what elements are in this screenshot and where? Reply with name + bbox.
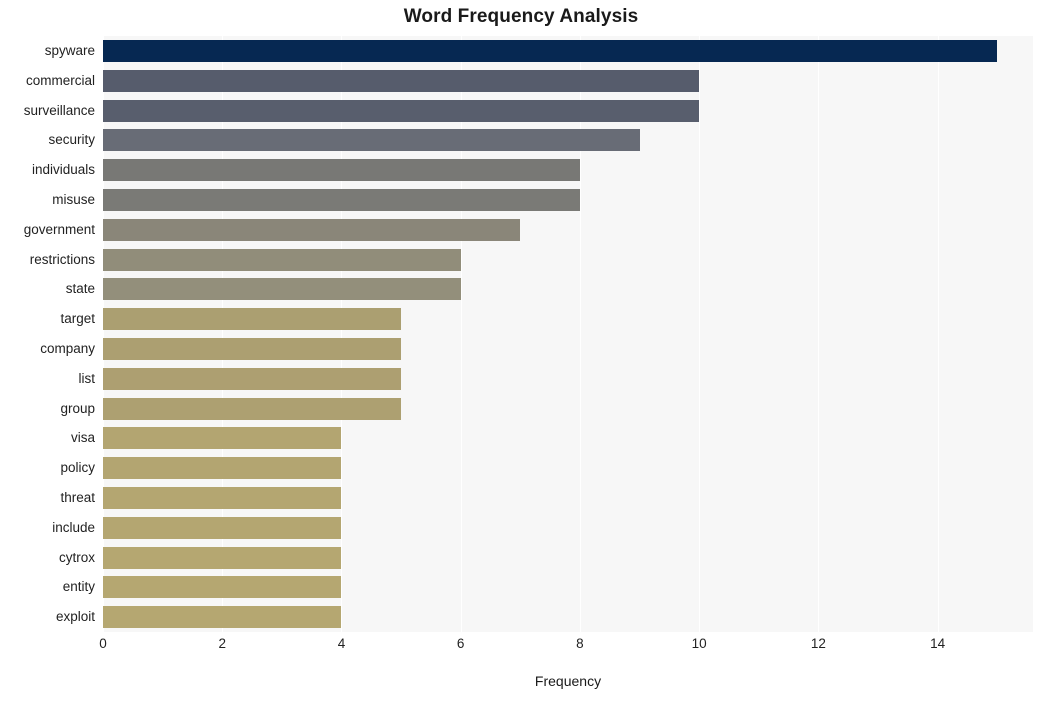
bar-row — [103, 308, 1033, 331]
bar-row — [103, 39, 1033, 62]
bar-spyware — [103, 39, 998, 62]
y-axis-label-security: security — [48, 132, 95, 148]
bar-state — [103, 278, 461, 301]
bar-individuals — [103, 159, 580, 182]
gridline-x-2 — [222, 36, 224, 632]
y-axis-label-spyware: spyware — [44, 42, 95, 58]
plot-area — [103, 36, 1033, 632]
y-axis-label-government: government — [23, 221, 95, 237]
bar-company — [103, 337, 402, 360]
gridline-x-14 — [937, 36, 939, 632]
bar-row — [103, 159, 1033, 182]
bar-row — [103, 218, 1033, 241]
bar-restrictions — [103, 248, 461, 271]
gridline-x-6 — [460, 36, 462, 632]
x-axis-tick-4: 4 — [337, 636, 346, 651]
y-axis-label-restrictions: restrictions — [29, 251, 95, 267]
bar-row — [103, 69, 1033, 92]
y-axis-label-misuse: misuse — [52, 191, 95, 207]
y-axis-labels: spyware commercial surveillance security ind… — [0, 36, 95, 632]
y-axis-label-surveillance: surveillance — [23, 102, 95, 118]
bar-row — [103, 486, 1033, 509]
y-axis-label-commercial: commercial — [25, 72, 95, 88]
bar-target — [103, 308, 402, 331]
x-axis-tick-14: 14 — [930, 636, 946, 651]
bar-row — [103, 337, 1033, 360]
x-axis-tick-8: 8 — [576, 636, 584, 651]
bar-list — [103, 367, 402, 390]
y-axis-label-include: include — [52, 519, 95, 535]
y-axis-label-entity: entity — [62, 579, 95, 595]
bar-security — [103, 129, 640, 152]
word-frequency-chart: Word Frequency Analysis spyware commercia… — [0, 0, 1042, 701]
bar-row — [103, 576, 1033, 599]
bar-row — [103, 516, 1033, 539]
gridline-x-10 — [699, 36, 701, 632]
bar-row — [103, 427, 1033, 450]
bar-row — [103, 278, 1033, 301]
x-axis-ticks: 0 2 4 6 8 10 12 14 — [99, 636, 1033, 660]
y-axis-label-group: group — [60, 400, 95, 416]
bar-government — [103, 218, 521, 241]
bar-threat — [103, 486, 342, 509]
bar-row — [103, 367, 1033, 390]
bar-include — [103, 516, 342, 539]
chart-title: Word Frequency Analysis — [403, 6, 639, 27]
x-axis-tick-6: 6 — [456, 636, 465, 651]
x-axis-label: Frequency — [534, 673, 602, 689]
y-axis-label-target: target — [60, 311, 95, 327]
y-axis-label-threat: threat — [60, 489, 95, 505]
y-axis-label-company: company — [40, 340, 95, 356]
bar-commercial — [103, 69, 700, 92]
bar-entity — [103, 576, 342, 599]
bar-row — [103, 546, 1033, 569]
x-axis-tick-0: 0 — [99, 636, 107, 651]
bar-surveillance — [103, 99, 700, 122]
gridline-x-12 — [818, 36, 820, 632]
y-axis-label-individuals: individuals — [31, 162, 95, 178]
gridline-x-4 — [341, 36, 343, 632]
bar-policy — [103, 457, 342, 480]
bar-row — [103, 99, 1033, 122]
y-axis-label-policy: policy — [60, 460, 95, 476]
x-axis-tick-10: 10 — [691, 636, 707, 651]
y-axis-label-list: list — [78, 370, 96, 386]
bar-row — [103, 397, 1033, 420]
bar-row — [103, 248, 1033, 271]
gridline-x-0 — [103, 36, 104, 632]
bar-row — [103, 188, 1033, 211]
x-axis-tick-12: 12 — [810, 636, 826, 651]
y-axis-label-state: state — [65, 281, 95, 297]
gridline-x-8 — [579, 36, 581, 632]
y-axis-label-cytrox: cytrox — [58, 549, 95, 565]
bar-exploit — [103, 606, 342, 629]
y-axis-label-exploit: exploit — [55, 609, 95, 625]
bar-row — [103, 606, 1033, 629]
y-axis-label-visa: visa — [70, 430, 95, 446]
x-axis-tick-2: 2 — [218, 636, 226, 651]
bar-row — [103, 129, 1033, 152]
bar-group — [103, 397, 402, 420]
bar-misuse — [103, 188, 580, 211]
bar-visa — [103, 427, 342, 450]
bar-row — [103, 457, 1033, 480]
bar-cytrox — [103, 546, 342, 569]
